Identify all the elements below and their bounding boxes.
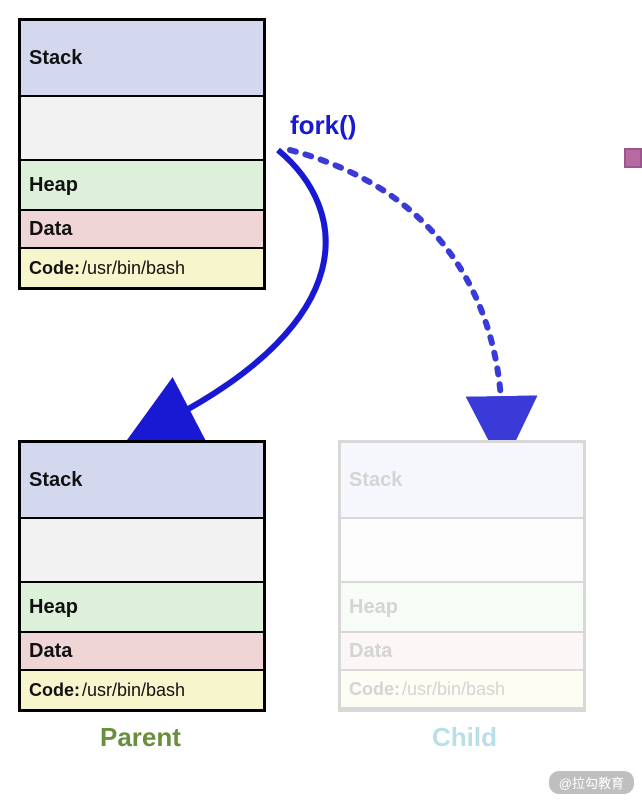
- code-value: /usr/bin/bash: [82, 680, 185, 701]
- caption-parent: Parent: [100, 722, 181, 753]
- segment-stack: Stack: [21, 21, 263, 97]
- arrow-to-child: [290, 150, 502, 420]
- segment-heap: Heap: [341, 583, 583, 633]
- segment-data: Data: [21, 633, 263, 671]
- segment-code: Code: /usr/bin/bash: [21, 249, 263, 287]
- code-label: Code:: [29, 680, 80, 701]
- memory-box-parent: Stack Heap Data Code: /usr/bin/bash: [18, 440, 266, 712]
- segment-data: Data: [21, 211, 263, 249]
- fork-label: fork(): [290, 110, 356, 141]
- segment-gap: [21, 519, 263, 583]
- memory-box-child: Stack Heap Data Code: /usr/bin/bash: [338, 440, 586, 712]
- segment-heap: Heap: [21, 161, 263, 211]
- segment-stack: Stack: [21, 443, 263, 519]
- pink-stub: [624, 148, 642, 168]
- segment-code: Code: /usr/bin/bash: [21, 671, 263, 709]
- code-value: /usr/bin/bash: [402, 679, 505, 700]
- segment-gap: [21, 97, 263, 161]
- caption-child: Child: [432, 722, 497, 753]
- segment-data: Data: [341, 633, 583, 671]
- watermark-badge: @拉勾教育: [549, 771, 634, 794]
- segment-gap: [341, 519, 583, 583]
- code-label: Code:: [349, 679, 400, 700]
- code-label: Code:: [29, 258, 80, 279]
- memory-box-original: Stack Heap Data Code: /usr/bin/bash: [18, 18, 266, 290]
- segment-stack: Stack: [341, 443, 583, 519]
- segment-code: Code: /usr/bin/bash: [341, 671, 583, 709]
- segment-heap: Heap: [21, 583, 263, 633]
- code-value: /usr/bin/bash: [82, 258, 185, 279]
